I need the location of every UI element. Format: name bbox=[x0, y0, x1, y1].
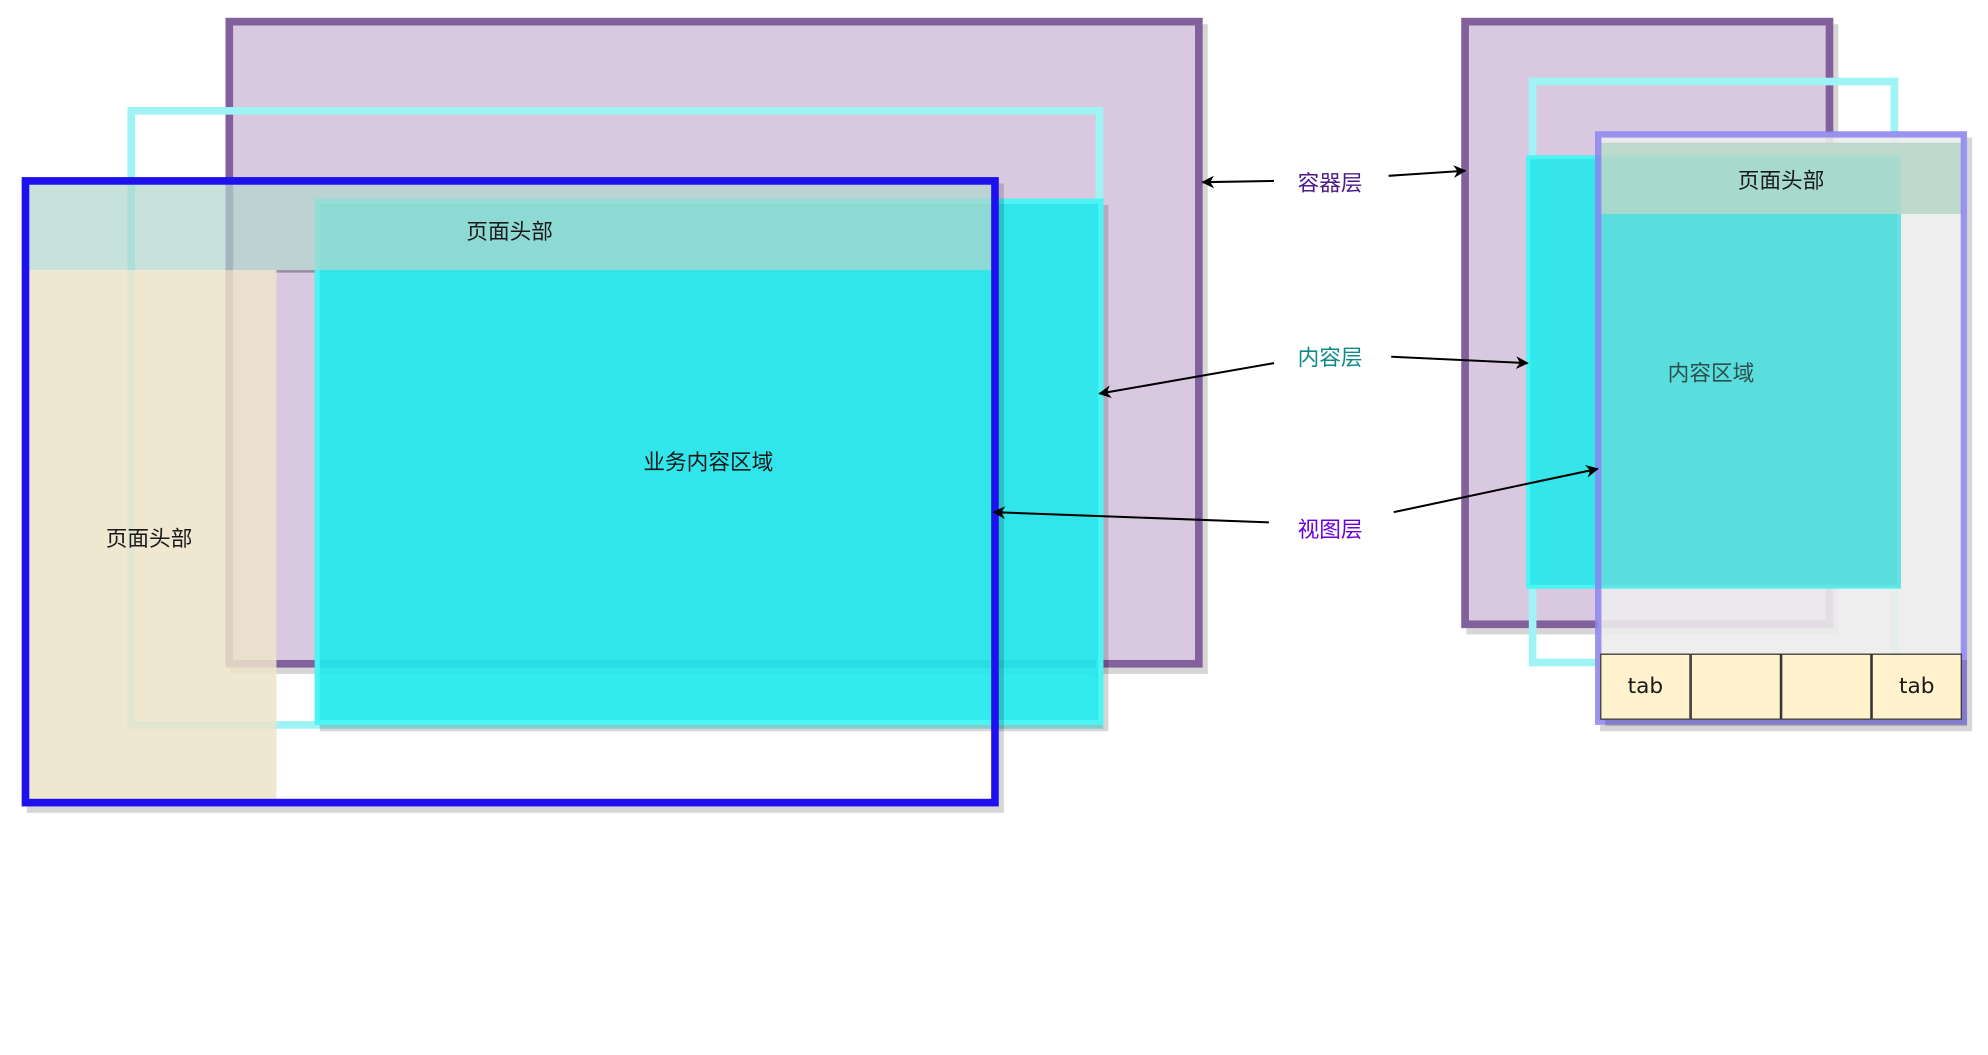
layer-diagram: 页面头部 页面头部 业务内容区域 容器层 内容层 视图层 tab tab 页面头… bbox=[0, 0, 1988, 1055]
arrow-container-right bbox=[1388, 165, 1467, 178]
arrow-view-right bbox=[1393, 464, 1599, 514]
annotation-arrows bbox=[992, 165, 1599, 524]
arrow-view-left bbox=[992, 506, 1269, 524]
arrow-container-left bbox=[1201, 175, 1275, 189]
arrow-content-left bbox=[1098, 362, 1275, 398]
arrow-content-right bbox=[1391, 355, 1529, 369]
